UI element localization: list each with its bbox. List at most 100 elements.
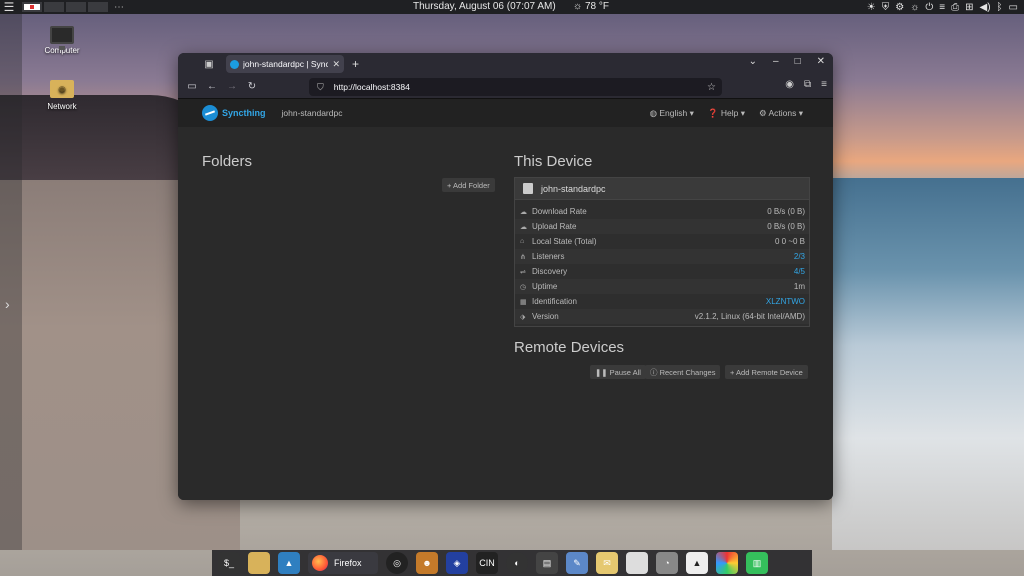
- workspace-switcher[interactable]: [22, 2, 108, 12]
- network-icon[interactable]: ⊞: [965, 2, 973, 13]
- dock: $_ ▲ Firefox ◎ ☻ ◈ CIN ◐ ▤ ✎ ✉ ◔ ▲ ▥: [212, 550, 812, 576]
- tab-syncthing[interactable]: john-standardpc | Synct ✕: [226, 55, 344, 73]
- navbar-device-name: john-standardpc: [281, 108, 343, 118]
- forward-icon[interactable]: →: [222, 81, 242, 92]
- volume-icon[interactable]: ◀): [980, 2, 991, 13]
- stat-value-link[interactable]: XLZNTWO: [766, 297, 805, 306]
- close-window-icon[interactable]: ✕: [817, 56, 825, 67]
- monkey-app-icon[interactable]: ☻: [416, 552, 438, 574]
- this-device-name: john-standardpc: [541, 183, 606, 194]
- help-menu[interactable]: ❓ Help ▾: [708, 108, 745, 119]
- workspace-4[interactable]: [88, 2, 108, 12]
- tracking-shield-icon[interactable]: ⛉: [317, 82, 324, 93]
- pause-all-button[interactable]: ❚❚ Pause All: [590, 365, 646, 379]
- workspace-3[interactable]: [66, 2, 86, 12]
- syncthing-logo[interactable]: Syncthing: [202, 105, 266, 121]
- browser-window: ▣ john-standardpc | Synct ✕ + ⌄ – □ ✕ ▭ …: [178, 53, 833, 500]
- reload-icon[interactable]: ↻: [242, 81, 262, 92]
- cinelerra-icon[interactable]: CIN: [476, 552, 498, 574]
- shield-icon[interactable]: ⛨: [882, 2, 890, 13]
- recent-changes-button[interactable]: ⓘ Recent Changes: [645, 365, 721, 379]
- language-menu[interactable]: ◍ English ▾: [650, 108, 694, 119]
- more-icon[interactable]: ⋯: [114, 2, 124, 13]
- stat-row-identification: ▦ Identification XLZNTWO: [515, 294, 809, 309]
- syncthing-favicon-icon: [230, 59, 239, 69]
- stat-label: Identification: [532, 297, 577, 306]
- desktop-icon-network[interactable]: ◉ Network: [32, 80, 92, 111]
- syncthing-page: Syncthing john-standardpc ◍ English ▾ ❓ …: [178, 99, 833, 500]
- weather[interactable]: ☼ 78 °F: [573, 1, 609, 12]
- new-tab-icon[interactable]: +: [352, 57, 359, 71]
- extensions-icon[interactable]: ⧉: [804, 79, 811, 90]
- color-app-icon[interactable]: [716, 552, 738, 574]
- qrcode-icon: ▦: [520, 298, 527, 306]
- tag-icon: ⬗: [520, 313, 526, 321]
- desktop-icon-label: Network: [47, 102, 77, 111]
- stat-row-version: ⬗ Version v2.1.2, Linux (64-bit Intel/AMD): [515, 309, 809, 324]
- document-icon[interactable]: [626, 552, 648, 574]
- window-controls: ⌄ – □ ✕: [749, 56, 825, 67]
- bluetooth-icon[interactable]: ᛒ: [997, 2, 1003, 13]
- network-folder-icon: ◉: [50, 80, 74, 98]
- recent-changes-label: Recent Changes: [659, 367, 716, 377]
- actions-menu[interactable]: ⚙ Actions ▾: [759, 108, 803, 119]
- stat-label: Discovery: [532, 267, 568, 276]
- sun-icon[interactable]: ☼: [910, 2, 919, 13]
- obs-icon[interactable]: ◐: [506, 552, 528, 574]
- stat-value-link[interactable]: 4/5: [794, 267, 805, 276]
- this-device-header[interactable]: john-standardpc: [515, 178, 809, 200]
- gimp-icon[interactable]: ◔: [656, 552, 678, 574]
- image-viewer-icon[interactable]: ▲: [278, 552, 300, 574]
- add-remote-device-button[interactable]: + Add Remote Device: [725, 365, 808, 379]
- tab-overflow-icon[interactable]: ⌄: [749, 56, 757, 67]
- sidebar-icon[interactable]: ▭: [182, 81, 202, 92]
- add-folder-button[interactable]: + Add Folder: [442, 178, 495, 192]
- this-device-heading: This Device: [514, 153, 593, 170]
- manjaro-icon[interactable]: ▥: [746, 552, 768, 574]
- desktop-icon-computer[interactable]: Computer: [32, 26, 92, 55]
- clapper-icon[interactable]: ▤: [536, 552, 558, 574]
- pause-all-label: Pause All: [609, 367, 641, 377]
- expand-arrow-icon[interactable]: ›: [5, 296, 10, 312]
- bird-app-icon[interactable]: ◈: [446, 552, 468, 574]
- stat-value: 0 B/s (0 B): [767, 207, 805, 216]
- clock-icon: ◷: [520, 283, 527, 291]
- sitemap-icon: ⋔: [520, 253, 526, 261]
- print-icon[interactable]: ⎙: [951, 2, 959, 13]
- app-menu-icon[interactable]: ☰: [0, 0, 18, 14]
- inkscape-icon[interactable]: ▲: [686, 552, 708, 574]
- chat-icon[interactable]: ▭: [1009, 2, 1018, 13]
- mail-icon[interactable]: ✉: [596, 552, 618, 574]
- stat-label: Listeners: [532, 252, 565, 261]
- home-icon: ⌂: [520, 238, 525, 245]
- this-device-panel: john-standardpc ☁ Download Rate 0 B/s (0 B…: [514, 177, 810, 327]
- stat-value-link[interactable]: 2/3: [794, 252, 805, 261]
- back-icon[interactable]: ←: [202, 81, 222, 92]
- settings-icon[interactable]: ⚙: [895, 2, 904, 13]
- clock[interactable]: Thursday, August 06 (07:07 AM): [413, 1, 556, 12]
- bookmark-star-icon[interactable]: ☆: [707, 82, 716, 93]
- firefox-taskbar-button[interactable]: Firefox: [308, 552, 378, 574]
- app-navbar: Syncthing john-standardpc ◍ English ▾ ❓ …: [178, 99, 833, 127]
- menu-icon[interactable]: ≡: [821, 79, 827, 90]
- firefox-label: Firefox: [334, 558, 362, 568]
- files-icon[interactable]: [248, 552, 270, 574]
- firefox-icon: [312, 555, 328, 571]
- spiral-app-icon[interactable]: ◎: [386, 552, 408, 574]
- brightness-icon[interactable]: ☀: [867, 2, 876, 13]
- workspace-1[interactable]: [22, 2, 42, 12]
- address-bar[interactable]: ⛉ http://localhost:8384 ☆: [309, 78, 722, 96]
- info-icon: ⓘ: [650, 367, 658, 377]
- close-tab-icon[interactable]: ✕: [332, 59, 340, 70]
- workspace-2[interactable]: [44, 2, 64, 12]
- account-icon[interactable]: ◉: [785, 79, 794, 90]
- terminal-icon[interactable]: $_: [218, 552, 240, 574]
- device-icon: [523, 183, 533, 194]
- maximize-icon[interactable]: □: [795, 56, 801, 67]
- stat-row-uptime: ◷ Uptime 1m: [515, 279, 809, 294]
- editor-icon[interactable]: ✎: [566, 552, 588, 574]
- tab-list-icon[interactable]: ▣: [200, 59, 218, 70]
- minimize-icon[interactable]: –: [773, 56, 779, 67]
- power-icon[interactable]: ⏻: [925, 2, 933, 13]
- equalizer-icon[interactable]: ≡: [939, 2, 945, 13]
